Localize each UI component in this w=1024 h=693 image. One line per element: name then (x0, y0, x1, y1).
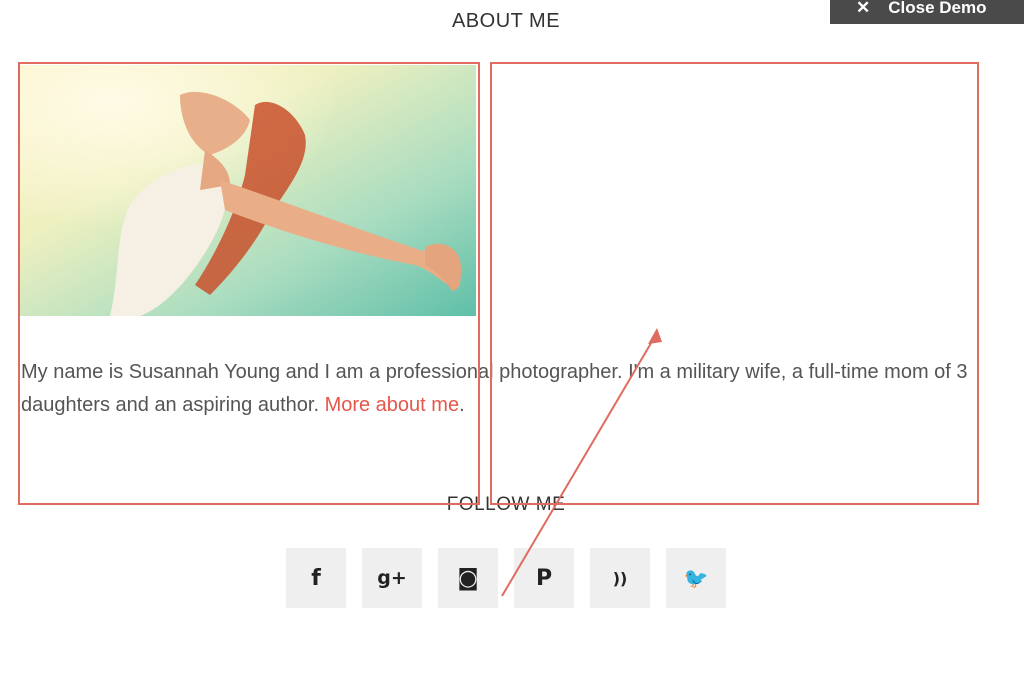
google-plus-icon: g+ (377, 567, 407, 589)
instagram-button[interactable]: ◙ (438, 548, 498, 608)
rss-icon: )) (612, 568, 628, 588)
about-title: ABOUT ME (451, 10, 561, 32)
facebook-icon: f (311, 565, 321, 591)
pinterest-icon: P (535, 565, 553, 591)
twitter-icon: 🐦 (683, 566, 709, 590)
rss-button[interactable]: )) (590, 548, 650, 608)
annotation-box-left (18, 62, 480, 505)
twitter-button[interactable]: 🐦 (666, 548, 726, 608)
annotation-box-right (490, 62, 979, 505)
google-plus-button[interactable]: g+ (362, 548, 422, 608)
pinterest-button[interactable]: P (514, 548, 574, 608)
facebook-button[interactable]: f (286, 548, 346, 608)
instagram-icon: ◙ (457, 565, 479, 591)
